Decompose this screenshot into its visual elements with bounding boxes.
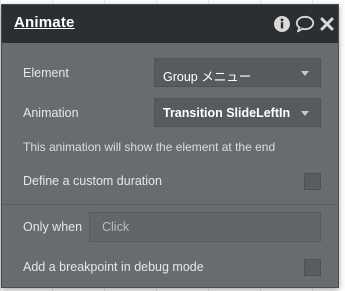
comment-icon[interactable] bbox=[295, 15, 315, 33]
chevron-down-icon bbox=[301, 111, 309, 116]
animation-dropdown-value: Transition SlideLeftIn bbox=[163, 106, 291, 120]
close-icon[interactable] bbox=[320, 15, 334, 33]
panel-title: Animate bbox=[14, 14, 75, 31]
animate-action-panel: Animate Element Group メニュー Animation Tra… bbox=[1, 4, 339, 288]
info-icon[interactable] bbox=[273, 15, 291, 33]
panel-header: Animate bbox=[2, 5, 338, 43]
animation-dropdown[interactable]: Transition SlideLeftIn bbox=[154, 98, 321, 127]
breakpoint-label: Add a breakpoint in debug mode bbox=[23, 260, 204, 274]
element-dropdown[interactable]: Group メニュー bbox=[154, 58, 321, 87]
custom-duration-label: Define a custom duration bbox=[23, 174, 162, 188]
animation-label: Animation bbox=[23, 106, 79, 120]
section-divider bbox=[2, 204, 338, 205]
custom-duration-checkbox[interactable] bbox=[304, 173, 321, 190]
breakpoint-checkbox[interactable] bbox=[304, 259, 321, 276]
only-when-label: Only when bbox=[23, 220, 83, 234]
only-when-input[interactable] bbox=[89, 212, 321, 242]
animation-info-text: This animation will show the element at … bbox=[23, 140, 276, 154]
chevron-down-icon bbox=[301, 71, 309, 76]
element-label: Element bbox=[23, 66, 69, 80]
element-dropdown-value: Group メニュー bbox=[163, 70, 252, 84]
